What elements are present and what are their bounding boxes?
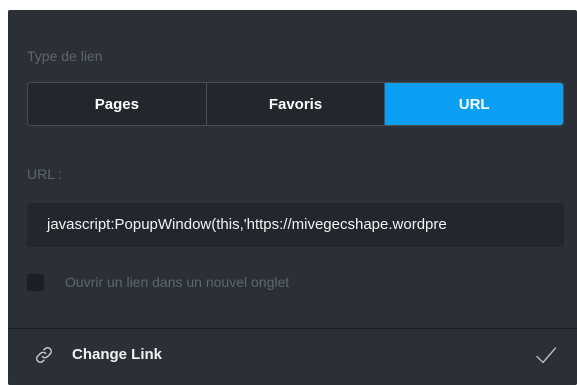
url-input[interactable]: javascript:PopupWindow(this,'https://miv… [27,203,564,247]
tab-url[interactable]: URL [384,83,563,125]
link-icon [36,347,52,363]
checkmark-icon[interactable] [534,343,558,367]
dialog-footer: Change Link [8,328,577,385]
link-type-label: Type de lien [27,48,103,64]
tab-favoris[interactable]: Favoris [205,83,385,125]
new-tab-checkbox[interactable] [27,273,44,291]
tab-pages[interactable]: Pages [28,83,206,125]
link-dialog: Type de lien Pages Favoris URL URL : jav… [8,10,577,385]
new-tab-option[interactable]: Ouvrir un lien dans un nouvel onglet [27,273,289,291]
change-link-title: Change Link [72,346,163,363]
new-tab-label: Ouvrir un lien dans un nouvel onglet [65,274,290,290]
link-type-selector: Pages Favoris URL [27,82,564,126]
url-label: URL : [27,166,63,182]
